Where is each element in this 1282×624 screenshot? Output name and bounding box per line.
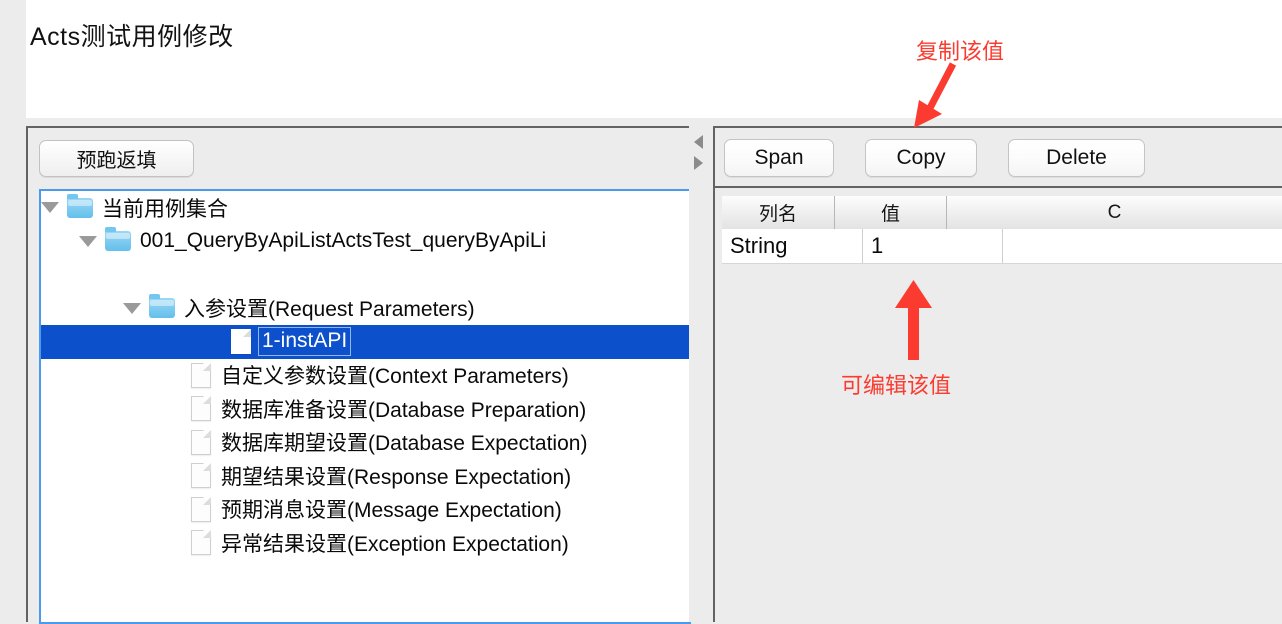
tree-indent bbox=[41, 408, 165, 409]
table-row[interactable]: String1 bbox=[722, 229, 1282, 264]
app-window: Acts测试用例修改 预跑返填 当前用例集合 001_QueryByApiList… bbox=[0, 0, 1282, 622]
parameter-table: 列名值C String1 bbox=[715, 188, 1282, 622]
table-column-header[interactable]: 列名 bbox=[722, 196, 834, 229]
prefill-button[interactable]: 预跑返填 bbox=[39, 140, 194, 177]
detail-toolbar: Span Copy Delete bbox=[715, 126, 1282, 188]
table-header-row: 列名值C bbox=[722, 196, 1282, 230]
tree-indent bbox=[41, 375, 165, 376]
annotation-copy-value: 复制该值 bbox=[916, 34, 1004, 66]
file-icon bbox=[231, 329, 251, 354]
span-button[interactable]: Span bbox=[724, 139, 834, 177]
tree-row[interactable]: 异常结果设置(Exception Expectation) bbox=[41, 526, 691, 560]
tree-row[interactable]: 1-instAPI bbox=[41, 325, 691, 359]
tree-indent bbox=[41, 241, 79, 242]
tree-item-label: 期望结果设置(Response Expectation) bbox=[221, 461, 571, 491]
annotation-editable-value: 可编辑该值 bbox=[841, 368, 951, 400]
folder-icon bbox=[149, 298, 175, 318]
folder-icon bbox=[105, 231, 131, 251]
triangle-down-icon[interactable] bbox=[123, 303, 141, 314]
tree-indent bbox=[41, 341, 205, 342]
right-detail-panel: Span Copy Delete 列名值C String1 bbox=[713, 126, 1282, 622]
tree-node-name-input[interactable]: 1-instAPI bbox=[258, 327, 351, 356]
tree-row[interactable]: 数据库期望设置(Database Expectation) bbox=[41, 426, 691, 460]
tree-item-label: 当前用例集合 bbox=[102, 193, 228, 223]
file-icon bbox=[191, 463, 211, 488]
panel-splitter[interactable] bbox=[689, 126, 713, 622]
triangle-left-icon[interactable] bbox=[694, 135, 703, 149]
tree-indent bbox=[41, 542, 165, 543]
tree-item-label: 入参设置(Request Parameters) bbox=[184, 293, 475, 323]
file-icon bbox=[191, 530, 211, 555]
tree-item-label: 自定义参数设置(Context Parameters) bbox=[221, 360, 569, 390]
tree-row[interactable]: 自定义参数设置(Context Parameters) bbox=[41, 359, 691, 393]
tree-row-spacer bbox=[41, 258, 691, 292]
tree-indent bbox=[41, 509, 165, 510]
triangle-right-icon[interactable] bbox=[694, 156, 703, 170]
tree-item-label: 数据库准备设置(Database Preparation) bbox=[221, 394, 586, 424]
case-tree[interactable]: 当前用例集合 001_QueryByApiListActsTest_queryBy… bbox=[39, 189, 691, 624]
file-icon bbox=[191, 497, 211, 522]
column-name-cell[interactable]: String bbox=[722, 229, 862, 263]
tree-row[interactable]: 入参设置(Request Parameters) bbox=[41, 292, 691, 326]
file-icon bbox=[191, 363, 211, 388]
table-column-header[interactable]: C bbox=[946, 196, 1282, 229]
copy-button[interactable]: Copy bbox=[865, 139, 977, 177]
triangle-down-icon[interactable] bbox=[79, 236, 97, 247]
page-title: Acts测试用例修改 bbox=[30, 17, 234, 53]
folder-icon bbox=[67, 198, 93, 218]
c-cell[interactable] bbox=[1002, 229, 1282, 263]
tree-item-label: 异常结果设置(Exception Expectation) bbox=[221, 528, 569, 558]
tree-indent bbox=[41, 475, 165, 476]
tree-row[interactable]: 预期消息设置(Message Expectation) bbox=[41, 493, 691, 527]
file-icon bbox=[191, 396, 211, 421]
title-bar: Acts测试用例修改 bbox=[26, 0, 1282, 118]
tree-item-label: 数据库期望设置(Database Expectation) bbox=[221, 427, 587, 457]
tree-item-label: 预期消息设置(Message Expectation) bbox=[221, 494, 562, 524]
file-icon bbox=[191, 430, 211, 455]
triangle-down-icon[interactable] bbox=[41, 202, 59, 213]
delete-button[interactable]: Delete bbox=[1008, 139, 1145, 177]
tree-row[interactable]: 期望结果设置(Response Expectation) bbox=[41, 459, 691, 493]
tree-row[interactable]: 数据库准备设置(Database Preparation) bbox=[41, 392, 691, 426]
tree-row[interactable]: 当前用例集合 bbox=[41, 191, 691, 225]
table-column-header[interactable]: 值 bbox=[834, 196, 946, 229]
tree-indent bbox=[41, 442, 165, 443]
tree-row[interactable]: 001_QueryByApiListActsTest_queryByApiLi bbox=[41, 225, 691, 259]
value-cell[interactable]: 1 bbox=[862, 229, 1002, 263]
left-tree-panel: 预跑返填 当前用例集合 001_QueryByApiListActsTest_qu… bbox=[26, 126, 689, 622]
tree-item-label: 001_QueryByApiListActsTest_queryByApiLi bbox=[140, 229, 546, 253]
tree-indent bbox=[41, 308, 123, 309]
